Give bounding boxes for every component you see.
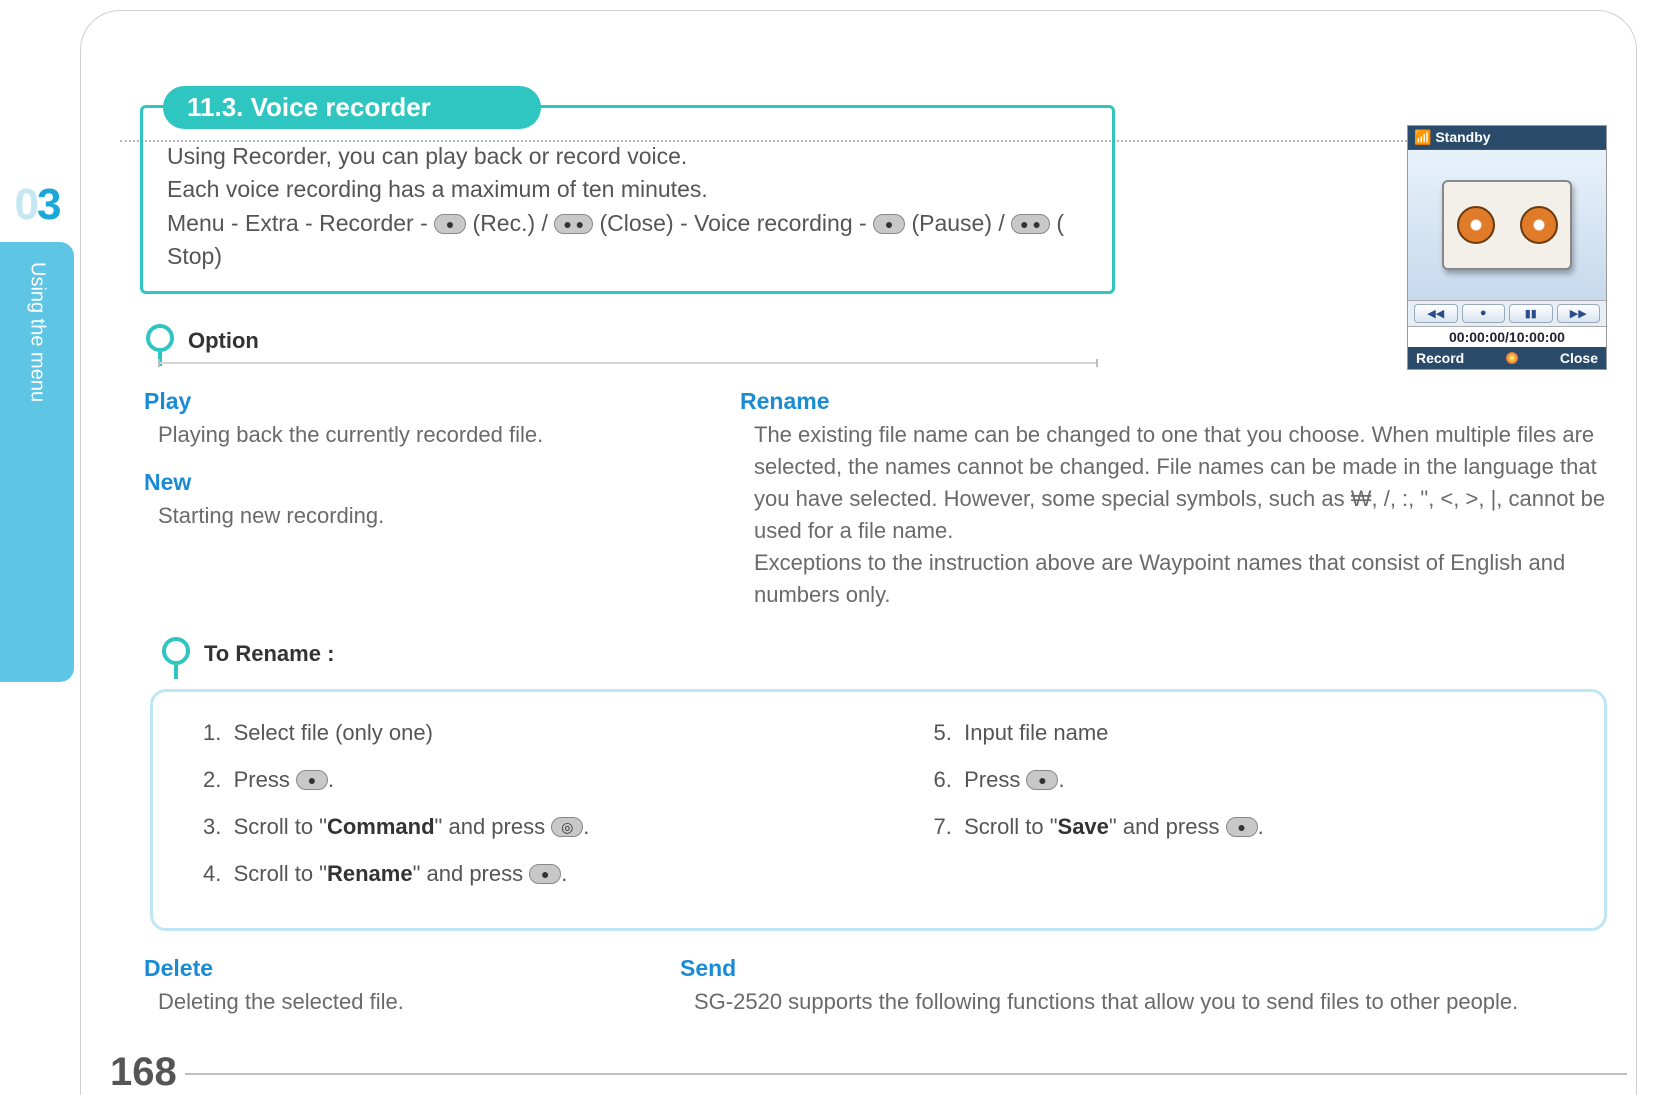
send-body: SG-2520 supports the following functions… <box>694 986 1607 1018</box>
chapter-tab: 03 Using the menu <box>0 180 74 682</box>
chapter-bar: Using the menu <box>0 242 74 682</box>
steps-left-col: 1. Select file (only one) 2. Press ●. 3.… <box>203 716 904 904</box>
left-softkey-label[interactable]: Record <box>1416 350 1464 366</box>
forward-button[interactable]: ▶▶ <box>1557 304 1601 323</box>
center-softkey-icon[interactable] <box>1506 352 1518 364</box>
play-body: Playing back the currently recorded file… <box>158 419 730 451</box>
lower-options-row: Delete Deleting the selected file. Send … <box>144 955 1607 1036</box>
delete-body: Deleting the selected file. <box>158 986 680 1018</box>
send-block: Send SG-2520 supports the following func… <box>680 955 1607 1036</box>
left-softkey-icon: ● <box>529 864 561 884</box>
delete-block: Delete Deleting the selected file. <box>144 955 680 1036</box>
send-title: Send <box>680 955 1607 982</box>
option-rule <box>158 362 1098 364</box>
right-softkey-label[interactable]: Close <box>1560 350 1598 366</box>
intro-line-1: Using Recorder, you can play back or rec… <box>167 140 1088 173</box>
phone-transport-controls: ◀◀ ● ▮▮ ▶▶ <box>1408 300 1606 326</box>
to-rename-heading: To Rename : <box>204 641 334 667</box>
step-7: 7. Scroll to "Save" and press ●. <box>934 810 1564 843</box>
section-intro-text: Using Recorder, you can play back or rec… <box>167 140 1088 273</box>
steps-right-col: 5. Input file name 6. Press ●. 7. Scroll… <box>904 716 1564 904</box>
options-columns: Play Playing back the currently recorded… <box>130 388 1607 628</box>
step-2: 2. Press ●. <box>203 763 904 796</box>
content-area: 11.3. Voice recorder Using Recorder, you… <box>130 95 1607 1036</box>
rename-steps-box: 1. Select file (only one) 2. Press ●. 3.… <box>150 689 1607 931</box>
intro-line-2: Each voice recording has a maximum of te… <box>167 173 1088 206</box>
pause-button[interactable]: ▮▮ <box>1509 304 1553 323</box>
cassette-icon <box>1442 180 1572 270</box>
step-3: 3. Scroll to "Command" and press ◎. <box>203 810 904 843</box>
cassette-reel <box>1457 206 1495 244</box>
chapter-label: Using the menu <box>26 262 49 402</box>
cassette-reel <box>1520 206 1558 244</box>
rename-body: The existing file name can be changed to… <box>754 419 1607 610</box>
to-rename-heading-row: To Rename : <box>160 637 1607 671</box>
play-title: Play <box>144 388 730 415</box>
option-heading: Option <box>188 328 259 354</box>
rewind-button[interactable]: ◀◀ <box>1414 304 1458 323</box>
phone-screenshot: Standby ◀◀ ● ▮▮ ▶▶ 00:00:00/10:00:00 Rec… <box>1407 125 1607 370</box>
intro-line-3: Menu - Extra - Recorder - ● (Rec.) / ● ●… <box>167 207 1088 274</box>
left-softkey-icon: ● <box>873 214 905 234</box>
magnifier-icon <box>144 324 178 358</box>
magnifier-icon <box>160 637 194 671</box>
option-heading-row: Option <box>144 324 1607 358</box>
phone-body <box>1408 150 1606 300</box>
left-softkey-icon: ● <box>1226 817 1258 837</box>
record-button[interactable]: ● <box>1462 304 1506 323</box>
options-left-col: Play Playing back the currently recorded… <box>130 388 730 628</box>
step-6: 6. Press ●. <box>934 763 1564 796</box>
phone-time-display: 00:00:00/10:00:00 <box>1408 326 1606 347</box>
ok-key-icon: ◎ <box>551 817 583 837</box>
step-5: 5. Input file name <box>934 716 1564 749</box>
step-1: 1. Select file (only one) <box>203 716 904 749</box>
right-softkey-icon: ● ● <box>554 214 593 234</box>
phone-status-bar: Standby <box>1408 126 1606 150</box>
chapter-number: 03 <box>0 180 74 230</box>
section-intro-box: 11.3. Voice recorder Using Recorder, you… <box>140 105 1115 294</box>
right-softkey-icon: ● ● <box>1011 214 1050 234</box>
delete-title: Delete <box>144 955 680 982</box>
new-title: New <box>144 469 730 496</box>
bottom-rule <box>185 1073 1627 1075</box>
left-softkey-icon: ● <box>1026 770 1058 790</box>
left-softkey-icon: ● <box>296 770 328 790</box>
page-number: 168 <box>110 1050 177 1095</box>
left-softkey-icon: ● <box>434 214 466 234</box>
rename-title: Rename <box>740 388 1607 415</box>
phone-softkey-bar: Record Close <box>1408 347 1606 369</box>
new-body: Starting new recording. <box>158 500 730 532</box>
step-4: 4. Scroll to "Rename" and press ●. <box>203 857 904 890</box>
options-right-col: Rename The existing file name can be cha… <box>730 388 1607 628</box>
section-title-pill: 11.3. Voice recorder <box>163 86 541 129</box>
